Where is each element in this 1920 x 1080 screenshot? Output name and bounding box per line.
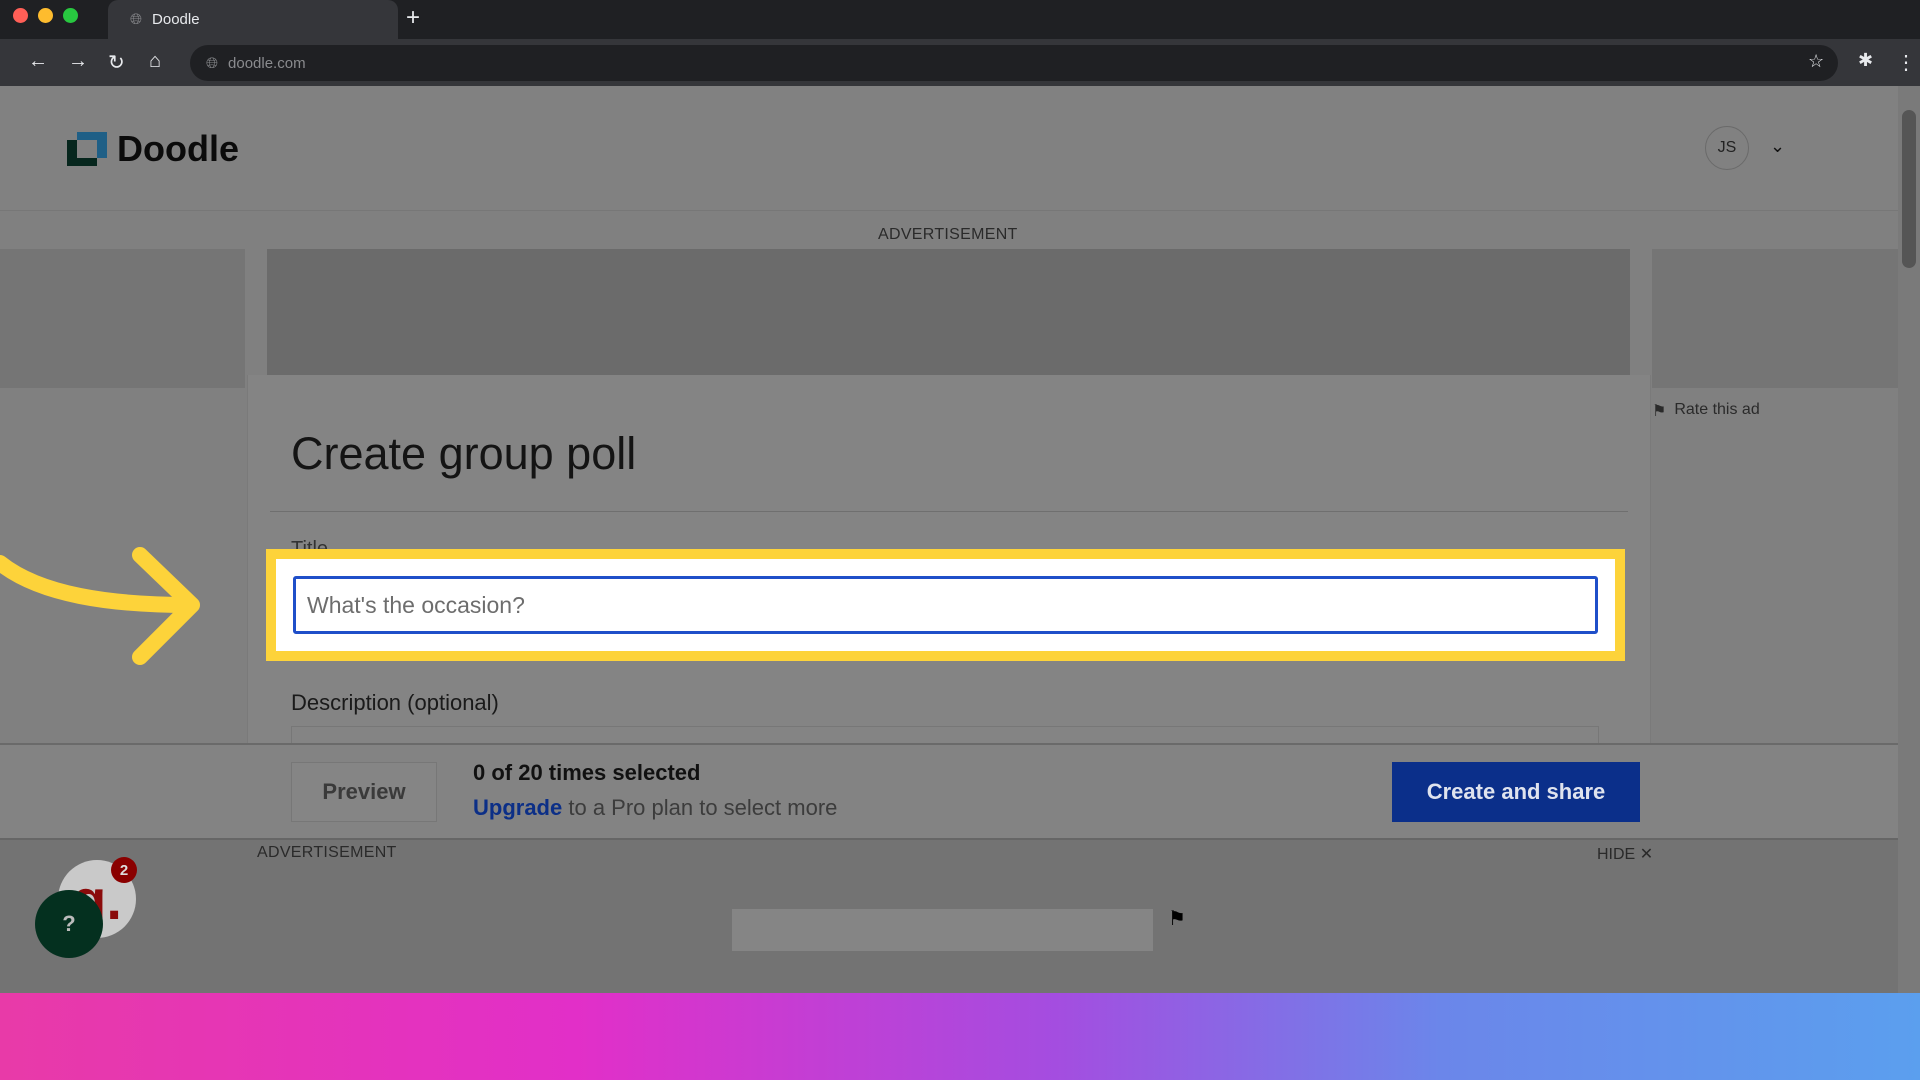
upgrade-link[interactable]: Upgrade: [473, 795, 562, 820]
hide-label: HIDE: [1597, 846, 1636, 863]
ad-right: [1652, 249, 1898, 388]
new-tab-button[interactable]: +: [406, 4, 420, 32]
ad-banner-top[interactable]: [267, 249, 1630, 375]
forward-icon[interactable]: →: [68, 50, 88, 73]
tab-title: Doodle: [152, 11, 200, 28]
back-icon[interactable]: ←: [28, 50, 48, 73]
ad-left: [0, 249, 245, 388]
close-window-button[interactable]: [13, 8, 28, 23]
ad-label-bottom: ADVERTISEMENT: [257, 844, 397, 861]
upgrade-text: Upgrade to a Pro plan to select more: [473, 795, 837, 821]
selection-count: 0 of 20 times selected: [473, 760, 701, 785]
site-header: [0, 86, 1898, 211]
ad-slot[interactable]: [732, 909, 1153, 951]
home-icon[interactable]: ⌂: [149, 50, 161, 73]
preview-button[interactable]: Preview: [291, 762, 437, 822]
globe-icon: 🌐︎: [130, 11, 143, 28]
create-and-share-button[interactable]: Create and share: [1392, 762, 1640, 822]
user-avatar[interactable]: JS: [1705, 126, 1749, 170]
close-icon: ✕: [1639, 846, 1654, 863]
logo-text: Doodle: [117, 128, 239, 169]
ad-label-top: ADVERTISEMENT: [878, 226, 1018, 243]
report-ad-flag-icon[interactable]: ⚑: [1168, 906, 1186, 931]
background-gradient: [0, 993, 1920, 1080]
divider: [270, 511, 1628, 512]
description-label: Description (optional): [291, 690, 499, 715]
title-input[interactable]: [293, 576, 1598, 634]
page-title: Create group poll: [291, 428, 637, 479]
site-info-icon: 🌐︎: [206, 54, 219, 72]
scrollbar-thumb[interactable]: [1902, 110, 1916, 268]
help-button[interactable]: ?: [35, 890, 103, 958]
upgrade-rest: to a Pro plan to select more: [562, 795, 838, 820]
rate-ad-link[interactable]: ⚑ Rate this ad: [1652, 401, 1760, 421]
doodle-logo[interactable]: Doodle: [67, 128, 239, 170]
star-icon[interactable]: ☆: [1808, 51, 1824, 72]
doodle-logo-icon: [67, 132, 107, 166]
hide-ad-button[interactable]: HIDE ✕: [1597, 844, 1653, 864]
address-bar[interactable]: 🌐︎ doodle.com: [190, 45, 1838, 81]
flag-icon: ⚑: [1652, 403, 1667, 420]
minimize-window-button[interactable]: [38, 8, 53, 23]
browser-tab[interactable]: 🌐︎ Doodle: [108, 0, 398, 39]
maximize-window-button[interactable]: [63, 8, 78, 23]
reload-icon[interactable]: ↻: [108, 50, 125, 75]
arrow-pointer-icon: [0, 547, 200, 665]
extensions-icon[interactable]: ✱: [1858, 50, 1873, 71]
notification-badge: 2: [111, 857, 137, 883]
url-text: doodle.com: [228, 54, 306, 72]
chevron-down-icon[interactable]: ⌄: [1770, 136, 1785, 157]
menu-icon[interactable]: ⋮: [1896, 50, 1916, 75]
